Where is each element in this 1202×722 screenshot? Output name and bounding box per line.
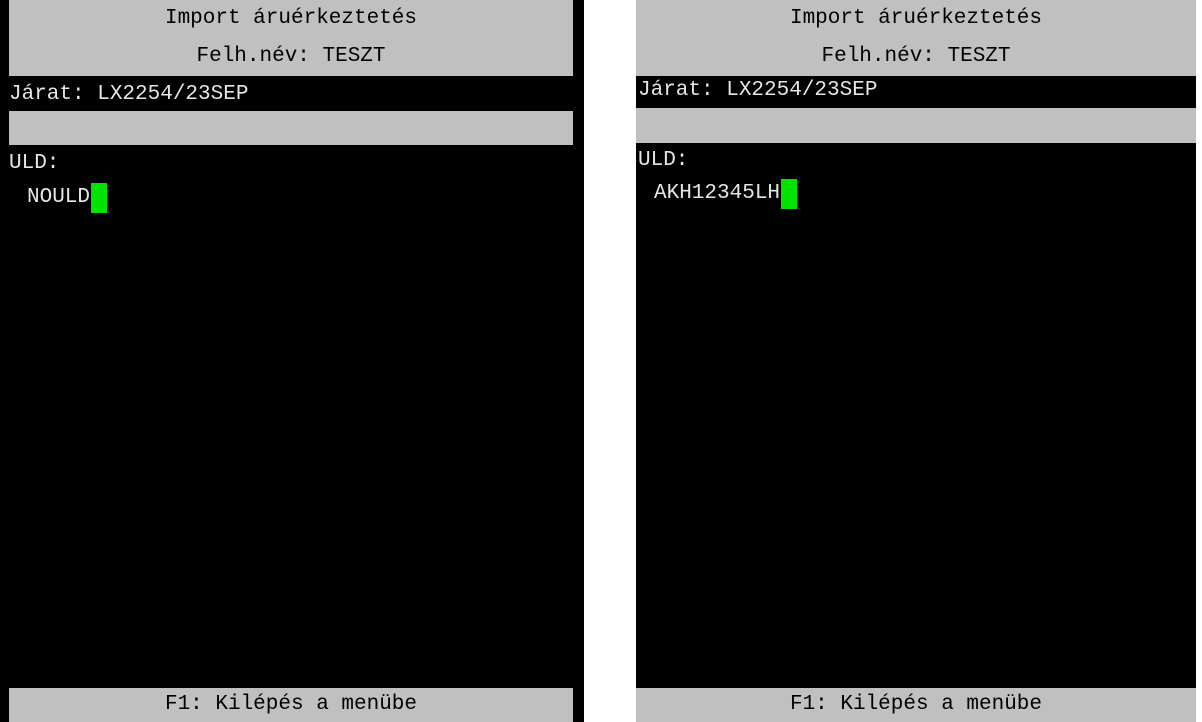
uld-input-field[interactable]: NOULD bbox=[27, 183, 108, 213]
screen-title: Import áruérkeztetés bbox=[164, 7, 418, 30]
message-bar bbox=[9, 111, 573, 145]
user-line: Felh.név: TESZT bbox=[821, 45, 1011, 68]
footer-hint[interactable]: F1: Kilépés a menübe bbox=[9, 688, 573, 722]
footer-hint[interactable]: F1: Kilépés a menübe bbox=[636, 688, 1196, 722]
text-cursor bbox=[781, 179, 798, 209]
uld-label: ULD: bbox=[638, 149, 689, 172]
screen-header: Import áruérkeztetés Felh.név: TESZT bbox=[636, 0, 1196, 76]
screen-header: Import áruérkeztetés Felh.név: TESZT bbox=[9, 0, 573, 76]
terminal-screen-right: Import áruérkeztetés Felh.név: TESZT Jár… bbox=[636, 0, 1196, 722]
user-line: Felh.név: TESZT bbox=[196, 45, 386, 68]
terminal-screen-left: Import áruérkeztetés Felh.név: TESZT Jár… bbox=[0, 0, 584, 722]
text-cursor bbox=[91, 183, 108, 213]
message-bar bbox=[636, 108, 1196, 143]
uld-input-value[interactable]: NOULD bbox=[27, 183, 90, 213]
uld-input-field[interactable]: AKH12345LH bbox=[654, 179, 798, 209]
flight-line: Járat: LX2254/23SEP bbox=[9, 83, 249, 106]
uld-label: ULD: bbox=[9, 152, 60, 175]
flight-line: Járat: LX2254/23SEP bbox=[638, 79, 878, 102]
uld-input-value[interactable]: AKH12345LH bbox=[654, 179, 780, 209]
screen-title: Import áruérkeztetés bbox=[789, 7, 1043, 30]
